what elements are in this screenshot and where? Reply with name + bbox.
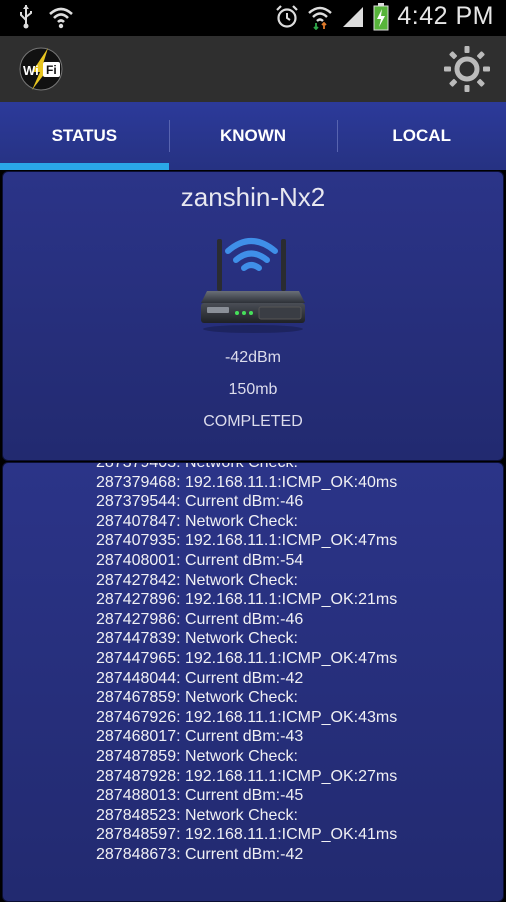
log-line: 287427896: 192.168.11.1:ICMP_OK:21ms <box>96 591 398 609</box>
log-line: 287848523: Network Check: <box>96 806 298 824</box>
log-line: 287408001: Current dBm:-54 <box>96 551 304 569</box>
system-status-bar: 4:42 PM <box>0 0 506 36</box>
log-line: 287407935: 192.168.11.1:ICMP_OK:47ms <box>96 532 398 550</box>
action-bar: Wi Fi <box>0 36 506 102</box>
network-log: 287379403: Network Check: 287379468: 192.… <box>96 462 398 864</box>
tab-known[interactable]: KNOWN <box>168 102 338 170</box>
router-icon <box>201 238 305 333</box>
log-line: 287407847: Network Check: <box>96 512 298 530</box>
log-line: 287427986: Current dBm:-46 <box>96 610 304 628</box>
log-line: 287448044: Current dBm:-42 <box>96 669 304 687</box>
log-line: 287848673: Current dBm:-42 <box>96 845 304 863</box>
app-logo-icon[interactable]: Wi Fi <box>18 46 64 92</box>
log-line: 287848597: 192.168.11.1:ICMP_OK:41ms <box>96 826 398 844</box>
log-line: 287487859: Network Check: <box>96 747 298 765</box>
link-speed: 150mb <box>228 381 278 398</box>
log-line: 287467859: Network Check: <box>96 689 298 707</box>
connection-state: COMPLETED <box>203 413 303 430</box>
app-logo-text: Wi <box>23 63 39 78</box>
tab-known-label: KNOWN <box>219 126 287 145</box>
log-line: 287427842: Network Check: <box>96 571 298 589</box>
wifi-data-icon <box>308 6 333 30</box>
svg-text:Fi: Fi <box>46 63 57 77</box>
wifi-icon <box>49 7 73 29</box>
battery-charging-icon <box>373 2 389 30</box>
log-line: 287468017: Current dBm:-43 <box>96 728 304 746</box>
log-line: 287379403: Network Check: <box>96 462 298 471</box>
log-line: 287379468: 192.168.11.1:ICMP_OK:40ms <box>96 473 398 491</box>
usb-icon <box>20 5 32 29</box>
tab-local[interactable]: LOCAL <box>337 102 506 170</box>
log-line: 287488013: Current dBm:-45 <box>96 787 304 805</box>
connection-status-panel: zanshin-Nx2 -42dBm 150mb COMPLETED <box>2 171 504 461</box>
signal-icon <box>343 6 364 27</box>
tab-local-label: LOCAL <box>392 126 451 145</box>
tab-bar: STATUS KNOWN LOCAL <box>0 102 506 170</box>
tab-status-label: STATUS <box>51 126 118 145</box>
signal-strength: -42dBm <box>224 349 282 366</box>
settings-gear-icon[interactable] <box>442 44 492 94</box>
alarm-icon <box>276 4 299 28</box>
log-line: 287447839: Network Check: <box>96 630 298 648</box>
network-ssid: zanshin-Nx2 <box>180 182 326 212</box>
log-line: 287467926: 192.168.11.1:ICMP_OK:43ms <box>96 708 398 726</box>
log-line: 287379544: Current dBm:-46 <box>96 493 304 511</box>
tab-status[interactable]: STATUS <box>0 102 169 170</box>
clock: 4:42 PM <box>397 2 494 30</box>
network-log-panel[interactable]: 287379403: Network Check: 287379468: 192.… <box>2 462 504 902</box>
log-line: 287487928: 192.168.11.1:ICMP_OK:27ms <box>96 767 398 785</box>
log-line: 287447965: 192.168.11.1:ICMP_OK:47ms <box>96 649 398 667</box>
